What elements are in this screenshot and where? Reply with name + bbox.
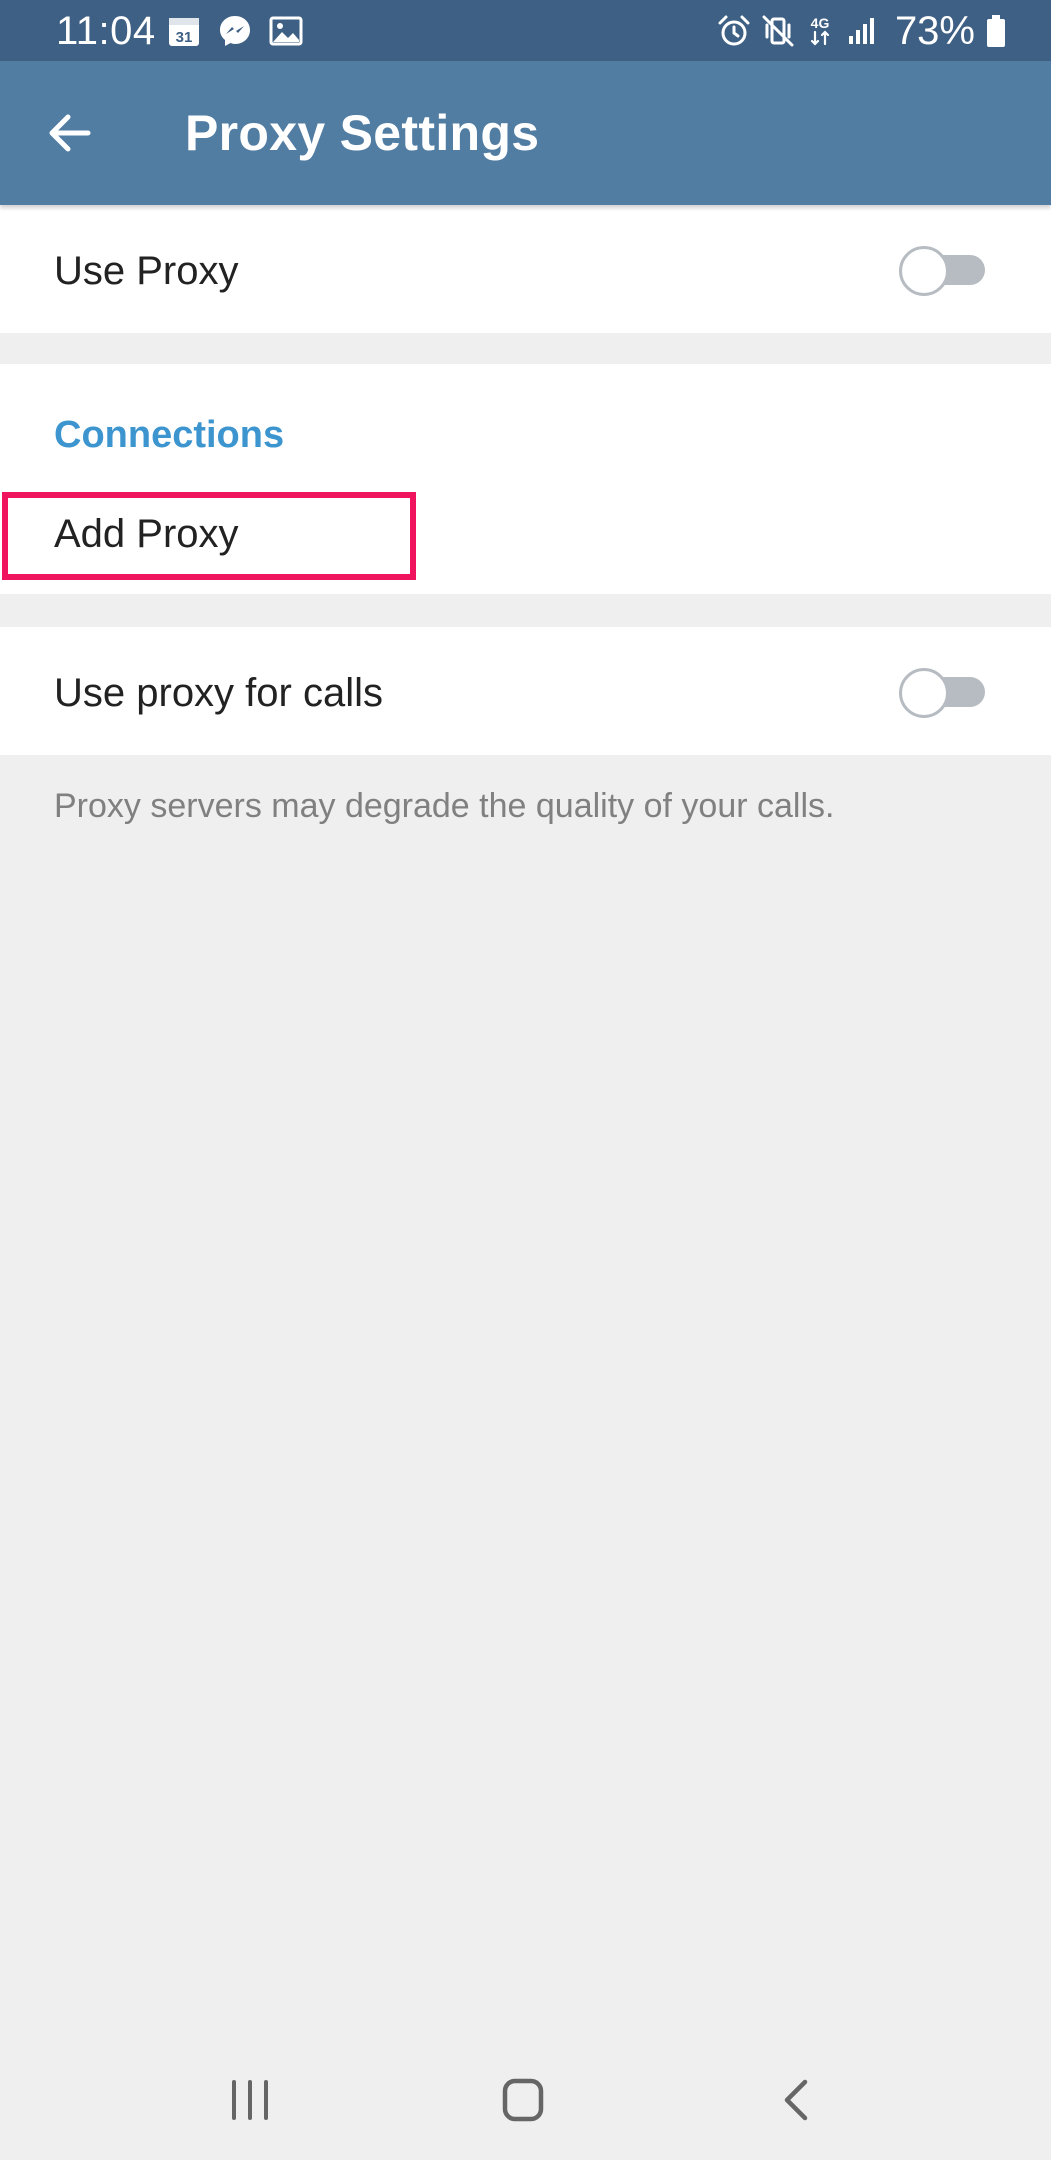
toggle-knob — [899, 668, 949, 718]
back-button[interactable] — [40, 103, 100, 163]
use-proxy-row[interactable]: Use Proxy — [0, 205, 1051, 333]
status-bar: 11:04 31 4G 73% — [0, 0, 1051, 61]
back-icon — [784, 2079, 808, 2121]
toggle-knob — [899, 246, 949, 296]
nav-back-button[interactable] — [757, 2070, 837, 2130]
network-4g-icon: 4G — [811, 15, 830, 46]
add-proxy-button[interactable]: Add Proxy — [54, 510, 239, 558]
system-nav-bar — [0, 2040, 1051, 2160]
home-icon — [502, 2078, 544, 2122]
battery-icon — [987, 15, 1005, 47]
messenger-icon — [220, 16, 250, 46]
use-proxy-label: Use Proxy — [54, 249, 239, 293]
arrow-left-icon — [49, 114, 91, 152]
recent-apps-button[interactable] — [210, 2070, 290, 2130]
calls-proxy-row[interactable]: Use proxy for calls — [0, 627, 1051, 755]
recent-apps-icon — [232, 2080, 268, 2120]
status-left-icons: 31 — [167, 14, 303, 48]
connections-section: Connections Add Proxy — [0, 364, 1051, 594]
status-time: 11:04 — [56, 9, 156, 53]
network-label: 4G — [811, 15, 830, 31]
calls-proxy-toggle[interactable] — [899, 668, 987, 718]
connections-header: Connections — [54, 414, 285, 456]
use-proxy-toggle[interactable] — [899, 246, 987, 296]
status-right-icons: 4G 73% — [717, 8, 1007, 54]
home-button[interactable] — [483, 2070, 563, 2130]
vibrate-icon — [762, 15, 794, 47]
calls-proxy-info: Proxy servers may degrade the quality of… — [54, 787, 835, 825]
calendar-day: 31 — [176, 29, 193, 46]
signal-icon — [848, 18, 874, 44]
calls-proxy-label: Use proxy for calls — [54, 671, 383, 715]
battery-level: 73% — [894, 9, 975, 53]
app-toolbar: Proxy Settings — [0, 61, 1051, 205]
gallery-icon — [269, 16, 303, 46]
calendar-icon: 31 — [169, 18, 199, 46]
page-title: Proxy Settings — [185, 105, 540, 161]
alarm-icon — [718, 15, 750, 46]
